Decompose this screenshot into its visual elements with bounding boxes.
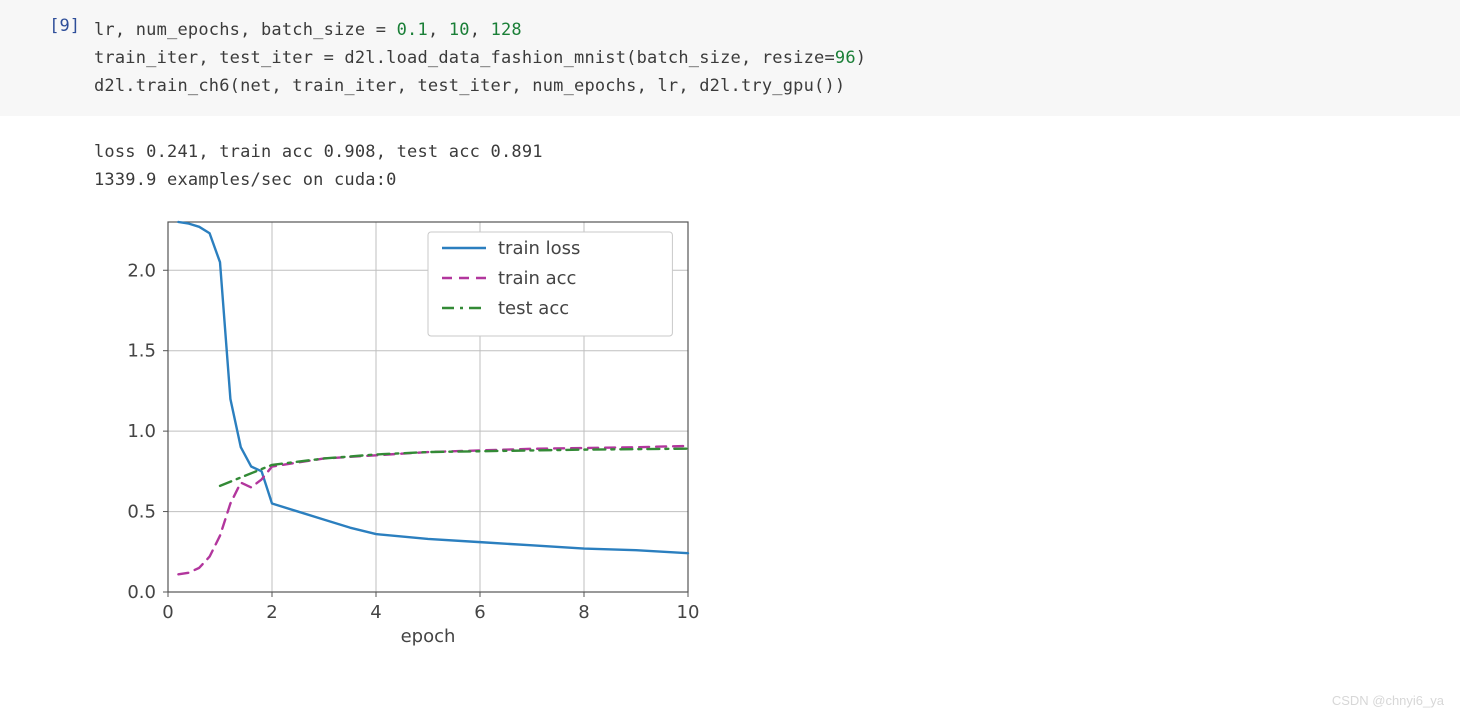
cell-prompt: [9] (0, 16, 94, 36)
code-text: d2l.train_ch6(net, train_iter, test_iter… (94, 76, 845, 96)
chart-svg: 0 2 4 6 8 10 0.0 0.5 1.0 1.5 2.0 epoch train loss tra… (88, 212, 708, 652)
watermark: CSDN @chnyi6_ya (1332, 693, 1444, 708)
svg-text:0.0: 0.0 (127, 582, 156, 603)
code-number: 0.1 (397, 20, 428, 40)
code-number: 128 (491, 20, 522, 40)
code-source: lr, num_epochs, batch_size = 0.1, 10, 12… (94, 16, 866, 100)
svg-text:test acc: test acc (498, 298, 569, 319)
svg-text:6: 6 (474, 602, 485, 623)
svg-text:2: 2 (266, 602, 277, 623)
training-chart: 0 2 4 6 8 10 0.0 0.5 1.0 1.5 2.0 epoch train loss tra… (88, 212, 708, 657)
svg-text:10: 10 (677, 602, 700, 623)
svg-text:1.0: 1.0 (127, 421, 156, 442)
svg-text:0: 0 (162, 602, 173, 623)
code-number: 96 (835, 48, 856, 68)
output-line: loss 0.241, train acc 0.908, test acc 0.… (94, 142, 543, 162)
svg-text:2.0: 2.0 (127, 260, 156, 281)
svg-text:4: 4 (370, 602, 381, 623)
code-number: 10 (449, 20, 470, 40)
svg-text:1.5: 1.5 (127, 341, 156, 362)
code-text: train_iter, test_iter = d2l.load_data_fa… (94, 48, 835, 68)
svg-text:0.5: 0.5 (127, 502, 156, 523)
svg-text:8: 8 (578, 602, 589, 623)
code-text: lr, num_epochs, batch_size = (94, 20, 397, 40)
output-text: loss 0.241, train acc 0.908, test acc 0.… (94, 138, 708, 194)
output-line: 1339.9 examples/sec on cuda:0 (94, 170, 397, 190)
svg-text:train loss: train loss (498, 238, 580, 259)
output-cell: loss 0.241, train acc 0.908, test acc 0.… (0, 116, 1460, 657)
svg-text:epoch: epoch (401, 626, 456, 647)
code-cell: [9] lr, num_epochs, batch_size = 0.1, 10… (0, 0, 1460, 116)
svg-text:train acc: train acc (498, 268, 576, 289)
